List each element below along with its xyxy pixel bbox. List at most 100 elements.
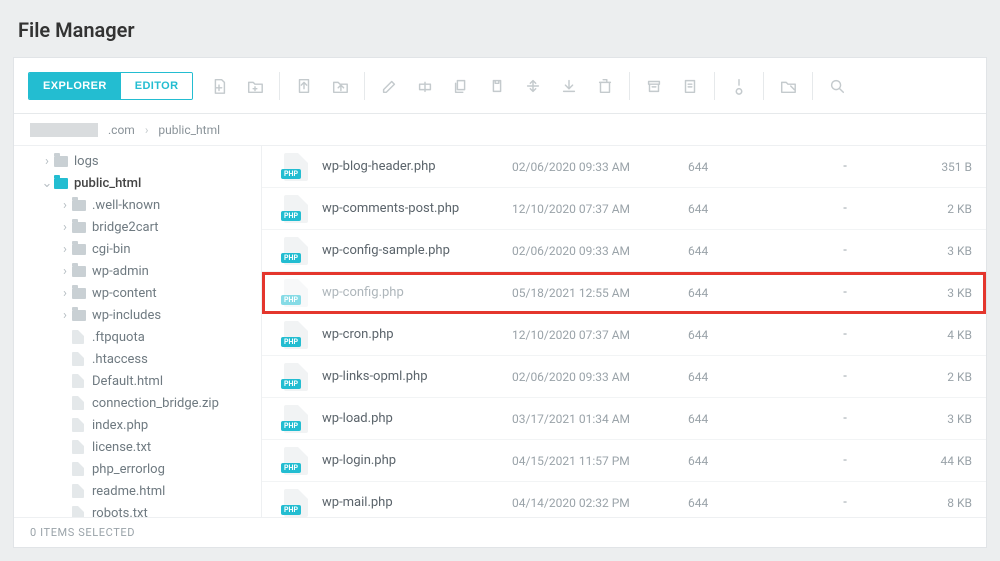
copy-icon[interactable]: [445, 70, 477, 102]
chevron-down-icon[interactable]: ⌄: [40, 176, 54, 191]
tree-file[interactable]: license.txt: [14, 436, 261, 458]
tree-folder[interactable]: ›wp-admin: [14, 260, 261, 282]
file-date: 02/06/2020 09:33 AM: [512, 244, 688, 258]
chevron-right-icon[interactable]: ›: [58, 308, 72, 323]
extract-icon[interactable]: [674, 70, 706, 102]
tree-folder[interactable]: › wp-includes: [14, 304, 261, 326]
file-type-icon: PHP: [284, 489, 308, 517]
file-type-icon: PHP: [284, 405, 308, 433]
file-size: 2 KB: [902, 370, 972, 384]
tree-label: Default.html: [90, 374, 163, 389]
folder-icon: [72, 288, 86, 299]
file-icon: [72, 440, 84, 454]
toolbar-separator: [763, 72, 764, 100]
file-row[interactable]: PHP wp-cron.php 12/10/2020 07:37 AM 644 …: [262, 314, 986, 356]
delete-icon[interactable]: [589, 70, 621, 102]
view-icon[interactable]: [772, 70, 804, 102]
file-permissions: 644: [688, 454, 788, 468]
tree-folder[interactable]: ›.well-known: [14, 194, 261, 216]
file-date: 04/15/2021 11:57 PM: [512, 454, 688, 468]
chevron-right-icon[interactable]: ›: [58, 220, 72, 235]
file-date: 12/10/2020 07:37 AM: [512, 328, 688, 342]
tree-file[interactable]: php_errorlog: [14, 458, 261, 480]
file-ext-badge: PHP: [281, 295, 301, 305]
file-name: wp-mail.php: [322, 495, 512, 510]
file-icon: [72, 330, 84, 344]
file-row[interactable]: PHP wp-login.php 04/15/2021 11:57 PM 644…: [262, 440, 986, 482]
file-permissions: 644: [688, 160, 788, 174]
upload-folder-icon[interactable]: [324, 70, 356, 102]
archive-icon[interactable]: [638, 70, 670, 102]
file-row[interactable]: PHP wp-blog-header.php 02/06/2020 09:33 …: [262, 146, 986, 188]
tree-sidebar[interactable]: ›logs⌄public_html›.well-known›bridge2car…: [14, 146, 262, 517]
file-row[interactable]: PHP wp-links-opml.php 02/06/2020 09:33 A…: [262, 356, 986, 398]
file-ext-badge: PHP: [281, 463, 301, 473]
chevron-right-icon[interactable]: ›: [58, 264, 72, 279]
rename-icon[interactable]: [409, 70, 441, 102]
page-title: File Manager: [0, 0, 1000, 48]
tree-file[interactable]: connection_bridge.zip: [14, 392, 261, 414]
chevron-right-icon[interactable]: ›: [58, 242, 72, 257]
file-row[interactable]: PHP wp-config-sample.php 02/06/2020 09:3…: [262, 230, 986, 272]
tree-label: bridge2cart: [90, 220, 159, 235]
file-name: wp-blog-header.php: [322, 159, 512, 174]
tree-label: index.php: [90, 418, 148, 433]
tab-editor[interactable]: EDITOR: [121, 73, 193, 99]
file-icon: [72, 506, 84, 517]
tree-file[interactable]: index.php: [14, 414, 261, 436]
file-row[interactable]: PHP wp-config.php 05/18/2021 12:55 AM 64…: [262, 272, 986, 314]
tree-label: .htaccess: [90, 352, 148, 367]
file-list[interactable]: PHP wp-blog-header.php 02/06/2020 09:33 …: [262, 146, 986, 517]
file-date: 05/18/2021 12:55 AM: [512, 286, 688, 300]
new-file-icon[interactable]: [203, 70, 235, 102]
edit-icon[interactable]: [373, 70, 405, 102]
upload-icon[interactable]: [288, 70, 320, 102]
tree-file[interactable]: robots.txt: [14, 502, 261, 517]
toolbar-separator: [629, 72, 630, 100]
tree-label: wp-content: [90, 286, 157, 301]
chevron-right-icon[interactable]: ›: [40, 154, 54, 169]
tree-file[interactable]: Default.html: [14, 370, 261, 392]
file-row[interactable]: PHP wp-comments-post.php 12/10/2020 07:3…: [262, 188, 986, 230]
tree-label: .ftpquota: [90, 330, 145, 345]
file-date: 02/06/2020 09:33 AM: [512, 160, 688, 174]
file-date: 03/17/2021 01:34 AM: [512, 412, 688, 426]
folder-icon: [54, 156, 68, 167]
file-size: 3 KB: [902, 244, 972, 258]
move-icon[interactable]: [517, 70, 549, 102]
paste-icon[interactable]: [481, 70, 513, 102]
tree-label: readme.html: [90, 484, 165, 499]
breadcrumb-folder[interactable]: public_html: [158, 123, 220, 137]
file-icon: [72, 484, 84, 498]
file-row[interactable]: PHP wp-mail.php 04/14/2020 02:32 PM 644 …: [262, 482, 986, 517]
file-size: 3 KB: [902, 412, 972, 426]
tree-folder[interactable]: ›cgi-bin: [14, 238, 261, 260]
file-permissions: 644: [688, 328, 788, 342]
new-folder-icon[interactable]: [239, 70, 271, 102]
tree-folder[interactable]: › bridge2cart: [14, 216, 261, 238]
file-name: wp-config-sample.php: [322, 243, 512, 258]
permissions-icon[interactable]: [723, 70, 755, 102]
tree-label: wp-includes: [90, 308, 161, 323]
tab-explorer[interactable]: EXPLORER: [29, 73, 121, 99]
file-ext-badge: PHP: [281, 169, 301, 179]
chevron-right-icon[interactable]: ›: [58, 198, 72, 213]
tree-folder[interactable]: ›logs: [14, 150, 261, 172]
file-type-icon: PHP: [284, 153, 308, 181]
domain-redacted: [30, 123, 98, 137]
tree-label: public_html: [72, 176, 141, 191]
tree-file[interactable]: .ftpquota: [14, 326, 261, 348]
file-date: 02/06/2020 09:33 AM: [512, 370, 688, 384]
tree-folder[interactable]: ⌄ public_html: [14, 172, 261, 194]
tree-file[interactable]: readme.html: [14, 480, 261, 502]
file-name: wp-links-opml.php: [322, 369, 512, 384]
search-icon[interactable]: [821, 70, 853, 102]
file-name: wp-login.php: [322, 453, 512, 468]
download-icon[interactable]: [553, 70, 585, 102]
tree-file[interactable]: .htaccess: [14, 348, 261, 370]
file-owner: -: [788, 201, 902, 216]
file-permissions: 644: [688, 286, 788, 300]
file-row[interactable]: PHP wp-load.php 03/17/2021 01:34 AM 644 …: [262, 398, 986, 440]
chevron-right-icon[interactable]: ›: [58, 286, 72, 301]
tree-folder[interactable]: › wp-content: [14, 282, 261, 304]
